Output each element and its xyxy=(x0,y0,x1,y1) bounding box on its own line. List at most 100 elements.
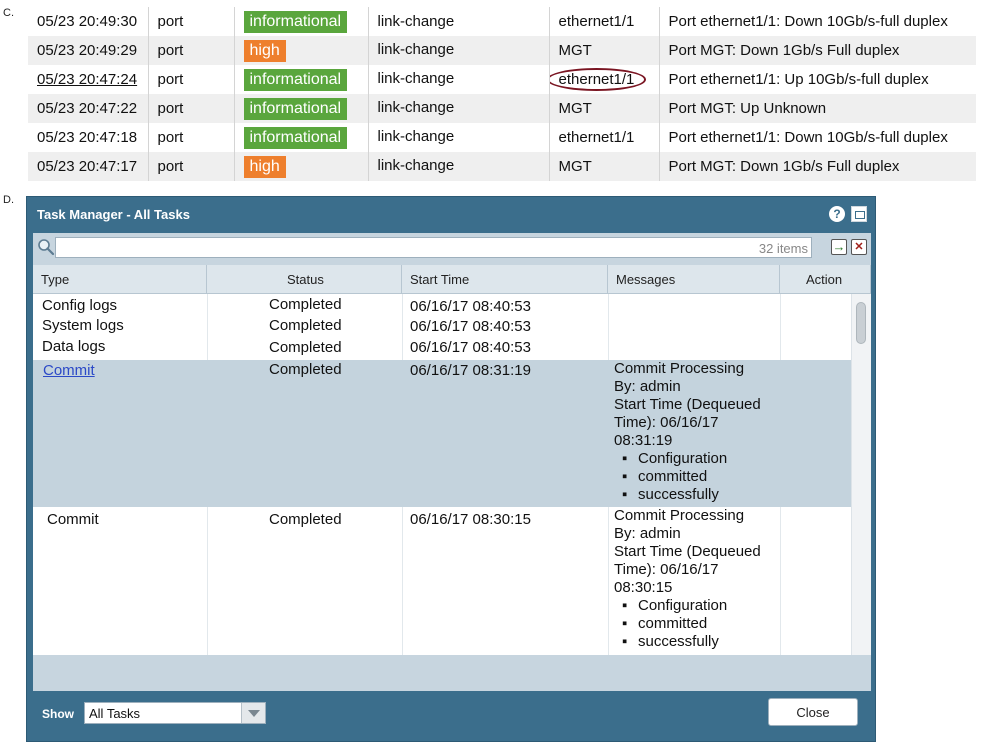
message-line: Commit Processing xyxy=(614,360,745,377)
message-line: Time): 06/16/17 xyxy=(614,561,719,578)
col-header-start-time[interactable]: Start Time xyxy=(402,265,608,294)
task-status: Completed xyxy=(269,361,342,378)
section-c-label: C. xyxy=(3,7,14,19)
task-messages: Commit Processing By: admin Start Time (… xyxy=(614,360,784,504)
filter-bar: 32 items → ✕ xyxy=(33,233,871,261)
apply-filter-icon[interactable]: → xyxy=(831,239,847,255)
severity-badge: informational xyxy=(243,126,348,149)
task-row[interactable]: Commit Completed 06/16/17 08:30:15 Commi… xyxy=(33,507,851,655)
message-bullet-cont: committed xyxy=(614,468,784,486)
message-line: 08:30:15 xyxy=(614,579,673,596)
task-row[interactable]: Data logs Completed 06/16/17 08:40:53 xyxy=(33,338,851,360)
log-description: Port MGT: Down 1Gb/s Full duplex xyxy=(659,152,976,181)
clear-filter-icon[interactable]: ✕ xyxy=(851,239,867,255)
severity-badge: informational xyxy=(243,97,348,120)
log-description: Port MGT: Down 1Gb/s Full duplex xyxy=(659,36,976,65)
col-header-action[interactable]: Action xyxy=(780,265,871,294)
log-event: link-change xyxy=(368,94,550,123)
log-type: port xyxy=(148,7,235,36)
col-header-messages[interactable]: Messages xyxy=(608,265,780,294)
task-type: Commit xyxy=(47,511,99,528)
task-status: Completed xyxy=(269,511,342,528)
chevron-down-icon[interactable] xyxy=(241,703,265,723)
task-type: Data logs xyxy=(42,338,106,355)
message-line: Time): 06/16/17 xyxy=(614,414,719,431)
task-row[interactable]: System logs Completed 06/16/17 08:40:53 xyxy=(33,317,851,338)
log-row[interactable]: 05/23 20:49:29 port high link-change MGT… xyxy=(28,36,976,65)
help-icon[interactable]: ? xyxy=(829,206,845,222)
show-select-value: All Tasks xyxy=(89,706,141,721)
log-row[interactable]: 05/23 20:47:24 port informational link-c… xyxy=(28,65,976,94)
log-description: Port ethernet1/1: Down 10Gb/s-full duple… xyxy=(668,13,948,30)
severity-badge: high xyxy=(243,155,286,178)
dialog-title: Task Manager - All Tasks xyxy=(37,207,190,222)
task-type: Config logs xyxy=(42,297,118,314)
severity-badge: high xyxy=(243,39,286,62)
message-line: Commit Processing xyxy=(614,507,745,524)
dialog-footer: Show All Tasks Close xyxy=(27,693,875,741)
log-object: MGT xyxy=(549,36,660,65)
commit-link[interactable]: Commit xyxy=(43,362,95,380)
col-header-type[interactable]: Type xyxy=(33,265,207,294)
col-header-status[interactable]: Status xyxy=(207,265,402,294)
dialog-body: 32 items → ✕ Type Status Start Time Mess… xyxy=(33,233,871,691)
message-bullet-cont: committed xyxy=(614,615,784,633)
show-filter-select[interactable]: All Tasks xyxy=(84,702,266,724)
message-line: By: admin xyxy=(614,378,681,395)
log-row[interactable]: 05/23 20:47:17 port high link-change MGT… xyxy=(28,152,976,181)
highlight-circle: ethernet1/1 xyxy=(549,68,647,91)
log-row[interactable]: 05/23 20:49:30 port informational link-c… xyxy=(28,7,976,36)
scrollbar-thumb[interactable] xyxy=(856,302,866,344)
log-type: port xyxy=(148,65,235,94)
task-start-time: 06/16/17 08:31:19 xyxy=(410,362,531,379)
log-time: 05/23 20:47:17 xyxy=(28,152,149,181)
show-label: Show xyxy=(42,707,74,721)
section-d-label: D. xyxy=(3,194,14,206)
log-description: Port ethernet1/1: Down 10Gb/s-full duple… xyxy=(668,129,948,146)
log-row[interactable]: 05/23 20:47:22 port informational link-c… xyxy=(28,94,976,123)
log-time[interactable]: 05/23 20:47:24 xyxy=(37,71,137,88)
task-status: Completed xyxy=(269,317,342,334)
log-description: Port ethernet1/1: Up 10Gb/s-full duplex xyxy=(668,71,929,88)
message-bullet: Configuration xyxy=(614,597,784,615)
task-start-time: 06/16/17 08:40:53 xyxy=(410,318,531,335)
log-description: Port MGT: Up Unknown xyxy=(659,94,976,123)
task-start-time: 06/16/17 08:30:15 xyxy=(410,511,531,528)
severity-badge: informational xyxy=(243,10,348,33)
task-status: Completed xyxy=(269,339,342,356)
system-log-table: 05/23 20:49:30 port informational link-c… xyxy=(28,7,976,181)
message-line: Start Time (Dequeued xyxy=(614,543,761,560)
log-object: MGT xyxy=(549,152,660,181)
tasks-grid: Type Status Start Time Messages Action C… xyxy=(33,265,871,655)
message-line: 08:31:19 xyxy=(614,432,673,449)
log-time: 05/23 20:47:22 xyxy=(28,94,149,123)
log-event: link-change xyxy=(368,65,550,94)
log-object: ethernet1/1 xyxy=(549,123,660,152)
close-button[interactable]: Close xyxy=(768,698,858,726)
log-event: link-change xyxy=(368,152,550,181)
log-object: MGT xyxy=(549,94,660,123)
item-count: 32 items xyxy=(758,241,808,256)
log-type: port xyxy=(148,94,235,123)
task-status: Completed xyxy=(269,296,342,313)
task-row[interactable]: Config logs Completed 06/16/17 08:40:53 xyxy=(33,296,851,317)
restore-window-icon[interactable] xyxy=(851,206,867,222)
task-start-time: 06/16/17 08:40:53 xyxy=(410,339,531,356)
log-time: 05/23 20:49:30 xyxy=(28,7,149,36)
dialog-titlebar[interactable]: Task Manager - All Tasks ? xyxy=(27,197,875,231)
vertical-scrollbar[interactable] xyxy=(851,294,871,655)
severity-badge: informational xyxy=(243,68,348,91)
log-object: ethernet1/1 xyxy=(549,7,660,36)
message-bullet-cont: successfully xyxy=(614,486,784,504)
message-line: By: admin xyxy=(614,525,681,542)
log-row[interactable]: 05/23 20:47:18 port informational link-c… xyxy=(28,123,976,152)
filter-input[interactable] xyxy=(55,237,812,258)
message-line: Start Time (Dequeued xyxy=(614,396,761,413)
task-messages: Commit Processing By: admin Start Time (… xyxy=(614,507,784,651)
log-type: port xyxy=(148,152,235,181)
log-event: link-change xyxy=(368,7,550,36)
task-start-time: 06/16/17 08:40:53 xyxy=(410,298,531,315)
message-bullet-cont: successfully xyxy=(614,633,784,651)
task-row-selected[interactable]: Commit Completed 06/16/17 08:31:19 Commi… xyxy=(33,360,851,507)
task-type: System logs xyxy=(42,317,124,334)
